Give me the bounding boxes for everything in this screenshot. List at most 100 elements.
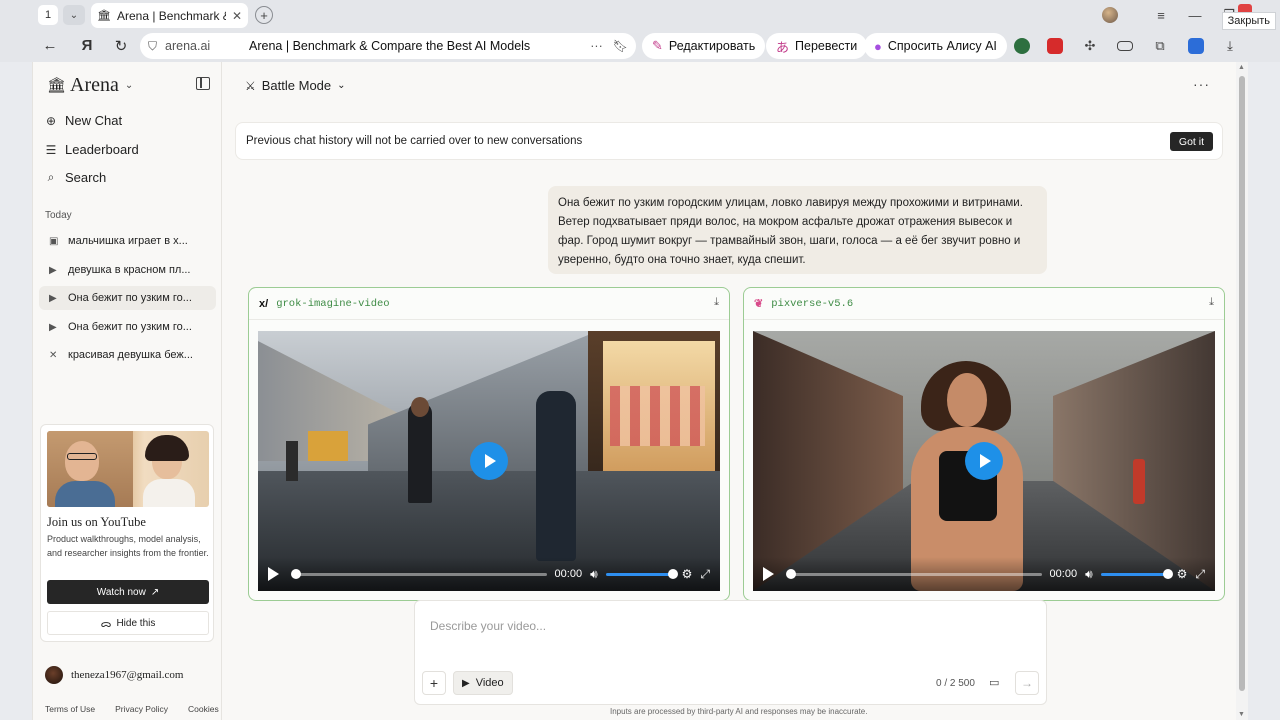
pencil-icon: ✎	[652, 38, 663, 53]
history-item-active[interactable]: ▶ Она бежит по узким го...	[39, 286, 216, 310]
sidebar: 🏛 Arena ⌄ ⊕ New Chat ☰ Leaderboard ⌕ Sea…	[33, 62, 222, 720]
extensions-icon[interactable]: ✣	[1082, 38, 1098, 54]
play-icon[interactable]	[268, 567, 279, 581]
video-player[interactable]: 00:00 🔊︎ ⚙ ⤢	[258, 331, 720, 591]
volume-slider[interactable]	[1100, 568, 1173, 579]
new-tab-button[interactable]: +	[255, 6, 273, 24]
download-icon[interactable]: ⤓	[1209, 296, 1214, 309]
scroll-down-icon[interactable]: ▼	[1238, 711, 1245, 718]
fullscreen-icon[interactable]: ⤢	[700, 567, 710, 582]
list-icon: ☰	[45, 142, 57, 157]
got-it-button[interactable]: Got it	[1169, 132, 1213, 151]
time-display: 00:00	[1049, 568, 1078, 580]
close-tooltip: Закрыть	[1221, 12, 1276, 30]
window-gutter	[1248, 62, 1280, 720]
nav-leaderboard[interactable]: ☰ Leaderboard	[45, 142, 139, 157]
arena-app: 🏛 Arena ⌄ ⊕ New Chat ☰ Leaderboard ⌕ Sea…	[32, 62, 1236, 720]
model-response-card-b: ❦ pixverse-v5.6 ⤓ 00:00 🔊︎ ⚙ ⤢	[743, 287, 1225, 601]
prompt-input[interactable]: Describe your video...	[430, 619, 546, 633]
youtube-card-desc: Product walkthroughs, model analysis, an…	[47, 534, 209, 558]
history-item-label: девушка в красном пл...	[68, 264, 191, 276]
download-icon[interactable]: ⤓	[714, 296, 719, 309]
history-item[interactable]: ▶ девушка в красном пл...	[39, 258, 216, 282]
battery-icon[interactable]	[1117, 41, 1133, 51]
volume-icon[interactable]: 🔊︎	[590, 567, 598, 582]
translate-icon: あ	[776, 39, 790, 55]
play-icon[interactable]	[763, 567, 774, 581]
tab-close-icon[interactable]: ✕	[232, 9, 242, 23]
nav-new-chat-label: New Chat	[65, 113, 123, 128]
more-icon[interactable]: ···	[590, 39, 603, 53]
address-domain: arena.ai	[165, 39, 211, 53]
privacy-link[interactable]: Privacy Policy	[115, 704, 168, 714]
volume-knob[interactable]	[1162, 568, 1173, 579]
add-attachment-button[interactable]: +	[422, 671, 446, 695]
history-item-label: красивая девушка беж...	[68, 349, 193, 361]
reload-icon[interactable]: ↻	[106, 37, 136, 55]
terms-link[interactable]: Terms of Use	[45, 704, 95, 714]
scroll-up-icon[interactable]: ▲	[1238, 64, 1245, 71]
volume-knob[interactable]	[667, 568, 678, 579]
seek-knob[interactable]	[786, 568, 796, 579]
youtube-thumbnail[interactable]	[47, 431, 209, 507]
logo-text: Arena	[70, 74, 119, 96]
big-play-button[interactable]	[965, 442, 1003, 480]
extension-globe-icon[interactable]	[1014, 38, 1030, 54]
tab-list-dropdown[interactable]: ⌄	[63, 5, 85, 25]
yandex-icon[interactable]: Я	[72, 37, 102, 54]
menu-icon[interactable]: ≡	[1144, 8, 1178, 23]
cookies-link[interactable]: Cookies	[188, 704, 219, 714]
profile-avatar[interactable]	[1102, 7, 1118, 23]
big-play-button[interactable]	[470, 442, 508, 480]
alice-pill-button[interactable]: ● Спросить Алису AI	[864, 33, 1007, 59]
hide-this-button[interactable]: ᯅ Hide this	[47, 611, 209, 635]
character-count: 0 / 2 500	[936, 678, 975, 689]
extension-blue-icon[interactable]	[1188, 38, 1204, 54]
history-item[interactable]: ✕ красивая девушка беж...	[39, 343, 216, 367]
settings-icon[interactable]: ⚙	[1177, 567, 1188, 581]
more-options-icon[interactable]: ···	[1193, 76, 1210, 92]
download-icon[interactable]: ⤓	[1222, 38, 1238, 54]
xai-logo-icon: x/	[259, 297, 269, 310]
seek-bar[interactable]	[786, 568, 1042, 579]
history-section-label: Today	[45, 210, 72, 221]
send-button[interactable]: →	[1015, 671, 1039, 695]
bookmark-icon[interactable]: 🔖︎	[613, 39, 628, 53]
arena-logo[interactable]: 🏛 Arena ⌄	[47, 74, 133, 97]
mode-selector[interactable]: ⚔ Battle Mode ⌄	[245, 78, 346, 93]
seek-knob[interactable]	[291, 568, 301, 579]
settings-icon[interactable]: ⚙	[682, 567, 693, 581]
history-item[interactable]: ▶ Она бежит по узким го...	[39, 315, 216, 339]
minimize-button[interactable]: —	[1178, 8, 1212, 23]
nav-search[interactable]: ⌕ Search	[45, 170, 107, 185]
watch-now-button[interactable]: Watch now ↗	[47, 580, 209, 604]
translate-pill-label: Перевести	[795, 39, 858, 53]
page-scrollbar[interactable]: ▲ ▼	[1236, 62, 1248, 720]
aspect-ratio-icon[interactable]: ▭	[989, 676, 999, 689]
nav-new-chat[interactable]: ⊕ New Chat	[45, 113, 122, 128]
video-mode-button[interactable]: ▶︎ Video	[453, 671, 513, 695]
user-account[interactable]: theneza1967@gmail.com	[45, 666, 183, 684]
sidebar-toggle-icon[interactable]	[196, 77, 210, 90]
history-item-label: мальчишка играет в х...	[68, 235, 188, 247]
time-display: 00:00	[554, 568, 583, 580]
translate-pill-button[interactable]: あ Перевести	[766, 33, 868, 59]
edit-pill-button[interactable]: ✎ Редактировать	[642, 33, 766, 59]
history-item[interactable]: ▣ мальчишка играет в х...	[39, 229, 216, 253]
scrollbar-thumb[interactable]	[1239, 76, 1245, 691]
tab-counter[interactable]: 1	[38, 5, 58, 25]
extension-red-icon[interactable]	[1047, 38, 1063, 54]
video-icon: ▶	[49, 292, 57, 304]
browser-tab-active[interactable]: 🏛 Arena | Benchmark & C ✕	[91, 3, 248, 28]
model-header: ❦ pixverse-v5.6 ⤓	[744, 288, 1224, 320]
fullscreen-icon[interactable]: ⤢	[1195, 567, 1205, 582]
back-icon[interactable]: ←	[35, 37, 65, 54]
alice-pill-label: Спросить Алису AI	[887, 39, 997, 53]
video-player[interactable]: 00:00 🔊︎ ⚙ ⤢	[753, 331, 1215, 591]
battle-icon: ✕	[49, 349, 58, 361]
seek-bar[interactable]	[291, 568, 547, 579]
address-bar[interactable]: ⛉ arena.ai Arena | Benchmark & Compare t…	[140, 33, 636, 59]
tag-icon[interactable]: ⧉	[1152, 38, 1168, 54]
volume-icon[interactable]: 🔊︎	[1085, 567, 1093, 582]
volume-slider[interactable]	[605, 568, 678, 579]
